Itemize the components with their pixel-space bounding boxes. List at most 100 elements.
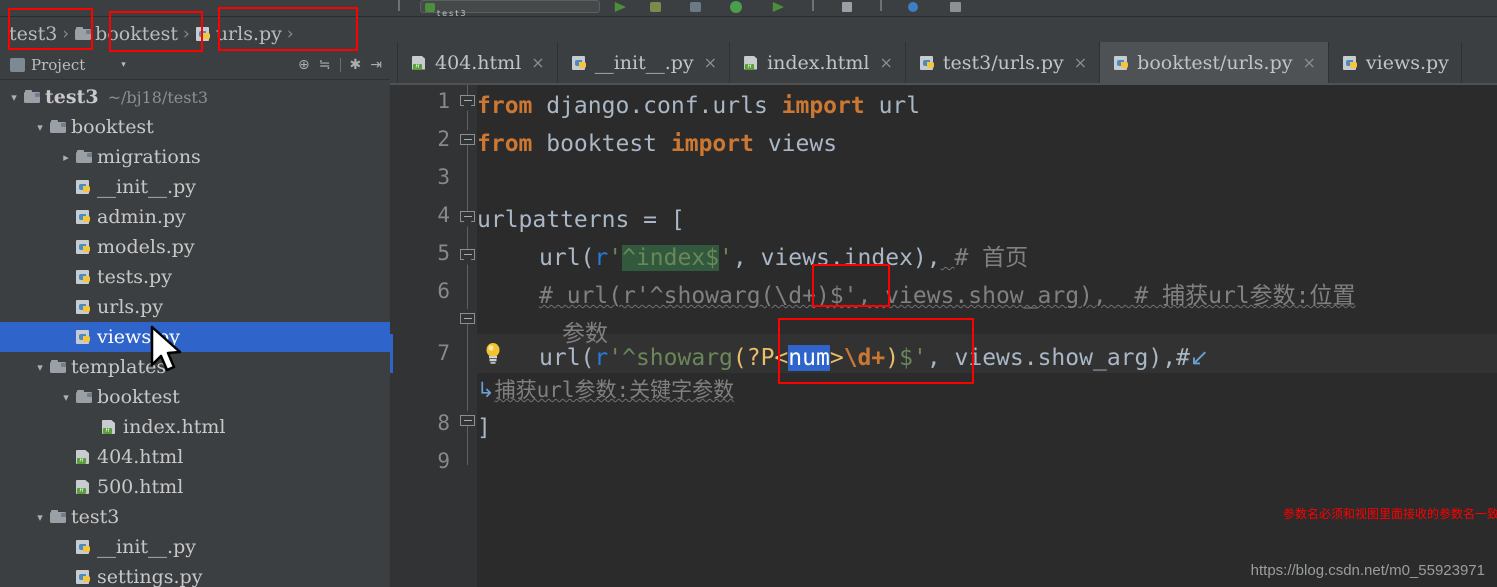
- tree-item-label: tests.py: [97, 266, 172, 288]
- python-file-icon: [195, 26, 213, 42]
- close-icon[interactable]: ×: [880, 53, 893, 72]
- vcs-icon[interactable]: [950, 2, 961, 12]
- tree-item-booktest[interactable]: ▾ booktest: [0, 112, 390, 142]
- hide-panel-icon[interactable]: ⇥: [370, 58, 382, 72]
- folder-icon: [50, 119, 67, 135]
- tree-spacer: ▸: [58, 301, 74, 314]
- editor-tab-test3-urls-py[interactable]: test3/urls.py ×: [905, 42, 1101, 83]
- token-group-digit: \d+: [843, 345, 886, 371]
- tree-item-templates[interactable]: ▾ templates: [0, 352, 390, 382]
- toolbar-drag-handle[interactable]: [398, 0, 400, 11]
- tree-item-tests-py[interactable]: ▸ tests.py: [0, 262, 390, 292]
- token-keyword-from: from: [477, 131, 533, 157]
- editor-gutter[interactable]: 1 2 3 4 5 6 7 8 9: [390, 85, 477, 587]
- tree-item--init-py[interactable]: ▸ __init__.py: [0, 172, 390, 202]
- editor-tab-bar[interactable]: H 404.html × __init__.py × Hindex.html × test3/…: [390, 42, 1497, 85]
- project-tree[interactable]: ▾ test3 ~/bj18/test3 ▾ booktest ▸ migrations ▸ _…: [0, 80, 390, 587]
- debug-icon[interactable]: [650, 2, 661, 12]
- breadcrumb-item-urls-py[interactable]: urls.py ›: [194, 21, 298, 47]
- editor-tab--init-py[interactable]: __init__.py ×: [557, 42, 731, 83]
- chevron-right-icon: ›: [183, 23, 190, 44]
- code-line-1: from django.conf.urls import url: [477, 87, 920, 125]
- run-configuration-selector[interactable]: test3: [420, 0, 600, 16]
- fold-marker-line2[interactable]: [460, 134, 475, 149]
- editor-tab-views-py[interactable]: views.py: [1328, 42, 1462, 83]
- breadcrumb-item-booktest[interactable]: booktest ›: [73, 21, 194, 47]
- tree-item-views-py[interactable]: ▸views.py: [0, 322, 390, 352]
- editor-tab-index-html[interactable]: Hindex.html ×: [730, 42, 906, 83]
- close-icon[interactable]: ×: [1074, 53, 1087, 72]
- tree-item-404-html[interactable]: ▸H404.html: [0, 442, 390, 472]
- settings-gear-icon[interactable]: ✱: [350, 58, 362, 72]
- collapse-all-icon[interactable]: ≒: [319, 58, 331, 72]
- token-comment-line7-wrap: 捕获url参数:关键字参数: [494, 378, 735, 402]
- token-quote-open: ': [608, 245, 623, 271]
- tree-item-test3[interactable]: ▾ test3 ~/bj18/test3: [0, 82, 390, 112]
- tree-item-label: index.html: [123, 416, 226, 438]
- tree-item-migrations[interactable]: ▸ migrations: [0, 142, 390, 172]
- locate-target-icon[interactable]: ⊕: [298, 58, 310, 72]
- html-file-icon: H: [744, 55, 761, 71]
- toolbar-divider: [339, 57, 341, 72]
- tabbar-left-strip: [390, 42, 398, 83]
- fold-marker-line6[interactable]: [460, 313, 475, 328]
- tree-item-booktest[interactable]: ▾ booktest: [0, 382, 390, 412]
- tree-spacer: ▸: [58, 241, 74, 254]
- chevron-right-icon[interactable]: ▸: [58, 151, 74, 164]
- editor-tab-booktest-urls-py[interactable]: booktest/urls.py ×: [1100, 42, 1329, 83]
- code-editor[interactable]: 1 2 3 4 5 6 7 8 9 from django.conf.urls import u…: [390, 85, 1497, 587]
- line-number-8: 8: [437, 411, 450, 435]
- tree-item-label: urls.py: [97, 296, 164, 318]
- tree-item-models-py[interactable]: ▸ models.py: [0, 232, 390, 262]
- tree-item-urls-py[interactable]: ▸ urls.py: [0, 292, 390, 322]
- editor-tab-404-html[interactable]: H 404.html ×: [398, 42, 558, 83]
- token-raw-prefix: r: [594, 245, 609, 271]
- token-bracket-close: ]: [477, 415, 491, 441]
- mouse-cursor: [150, 325, 182, 372]
- fold-marker-line1[interactable]: [460, 95, 475, 111]
- token-regex-end: $: [899, 345, 913, 371]
- tree-item-label: booktest: [97, 386, 180, 408]
- token-keyword-import: import: [670, 131, 754, 157]
- python-file-icon: [76, 239, 93, 255]
- search-icon[interactable]: [908, 2, 918, 12]
- run-icon[interactable]: [614, 2, 626, 12]
- tree-item-label: __init__.py: [97, 176, 196, 198]
- line-number-3: 3: [437, 165, 450, 189]
- close-icon[interactable]: ×: [704, 53, 717, 72]
- tree-item-500-html[interactable]: ▸H500.html: [0, 472, 390, 502]
- attach-icon[interactable]: [772, 2, 784, 12]
- token-args: , views.index),: [732, 245, 941, 271]
- coverage-icon[interactable]: [690, 2, 701, 12]
- breadcrumb-item-test3[interactable]: test3 ›: [6, 21, 73, 47]
- folder-icon: [50, 509, 67, 525]
- annotation-note: 参数名必须和视图里面接收的参数名一致: [1283, 507, 1497, 521]
- settings-icon[interactable]: [842, 2, 852, 12]
- chevron-down-icon[interactable]: ▾: [32, 361, 48, 374]
- chevron-down-icon[interactable]: ▾: [32, 121, 48, 134]
- tree-item-index-html[interactable]: ▸Hindex.html: [0, 412, 390, 442]
- tree-spacer: ▸: [58, 331, 74, 344]
- html-file-icon: H: [412, 55, 429, 71]
- fold-marker-line8[interactable]: [460, 415, 475, 430]
- close-icon[interactable]: ×: [1302, 53, 1315, 72]
- tree-item-settings-py[interactable]: ▸ settings.py: [0, 562, 390, 587]
- chevron-down-icon[interactable]: ▾: [32, 511, 48, 524]
- close-icon[interactable]: ×: [531, 53, 544, 72]
- html-file-icon: H: [76, 479, 93, 495]
- tree-item-test3[interactable]: ▾ test3: [0, 502, 390, 532]
- chevron-down-icon[interactable]: ▾: [6, 91, 22, 104]
- chevron-down-icon[interactable]: ▾: [121, 60, 126, 70]
- token-quote-close: ': [912, 345, 927, 371]
- python-file-icon: [76, 269, 93, 285]
- fold-marker-line5[interactable]: [460, 249, 475, 265]
- chevron-down-icon[interactable]: ▾: [58, 391, 74, 404]
- profile-icon[interactable]: [730, 1, 742, 13]
- tree-item-admin-py[interactable]: ▸ admin.py: [0, 202, 390, 232]
- html-file-icon: H: [102, 419, 119, 435]
- tree-item--init-py[interactable]: ▸ __init__.py: [0, 532, 390, 562]
- tree-item-label: admin.py: [97, 206, 186, 228]
- tree-item-label: settings.py: [97, 566, 203, 587]
- token-regex-prefix: ^showarg: [622, 345, 733, 371]
- fold-marker-line4[interactable]: [460, 211, 475, 227]
